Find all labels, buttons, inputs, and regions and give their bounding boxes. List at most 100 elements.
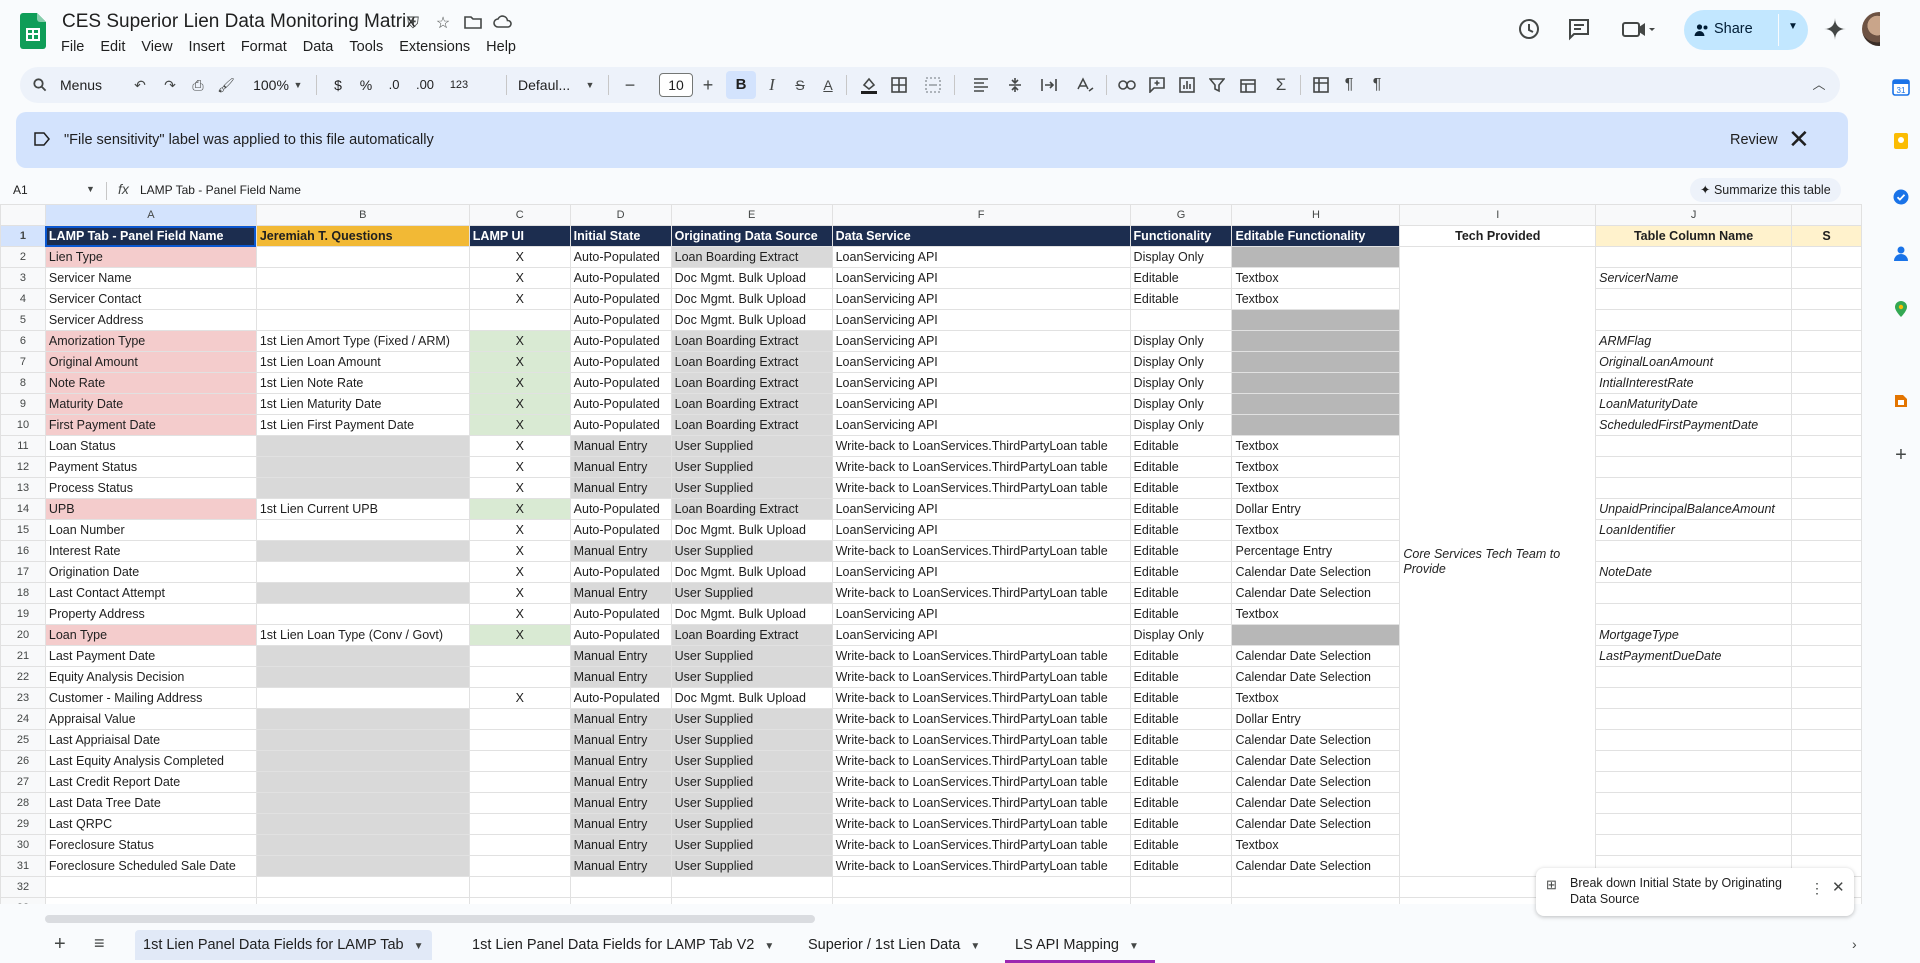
cell-e[interactable]: Loan Boarding Extract	[670, 351, 833, 373]
cell-a[interactable]	[44, 876, 257, 898]
cell-b[interactable]: 1st Lien Loan Type (Conv / Govt)	[255, 624, 470, 646]
cell-k[interactable]	[1791, 582, 1862, 604]
cell-e[interactable]: User Supplied	[670, 666, 833, 688]
chevron-down-icon[interactable]: ▼	[970, 941, 980, 952]
cell-f[interactable]: Write-back to LoanServices.ThirdPartyLoa…	[831, 771, 1131, 793]
cell-b[interactable]	[255, 750, 470, 772]
cell-e[interactable]: Doc Mgmt. Bulk Upload	[670, 309, 833, 331]
cell-c[interactable]: X	[468, 330, 571, 352]
cell-k[interactable]	[1791, 372, 1862, 394]
tech-provided-merged-cell[interactable]: Core Services Tech Team to Provide	[1399, 246, 1597, 877]
cloud-status-icon[interactable]	[493, 14, 513, 34]
header-cell-a[interactable]: LAMP Tab - Panel Field Name	[44, 225, 257, 247]
cell-k[interactable]	[1791, 771, 1862, 793]
menu-edit[interactable]: Edit	[92, 36, 133, 58]
cell-e[interactable]: Loan Boarding Extract	[670, 498, 833, 520]
cell-b[interactable]	[255, 309, 470, 331]
column-header-f[interactable]: F	[831, 204, 1131, 226]
cell-j[interactable]	[1595, 729, 1793, 751]
menu-file[interactable]: File	[53, 36, 92, 58]
cell-f[interactable]	[831, 897, 1131, 904]
cell-b[interactable]	[255, 855, 470, 877]
cell-e[interactable]: Doc Mgmt. Bulk Upload	[670, 519, 833, 541]
cell-g[interactable]: Display Only	[1129, 330, 1233, 352]
cell-a[interactable]: Lien Type	[44, 246, 257, 268]
cell-a[interactable]: Origination Date	[44, 561, 257, 583]
cell-a[interactable]	[44, 897, 257, 904]
share-button[interactable]: Share ▼	[1684, 10, 1808, 50]
row-number[interactable]: 25	[0, 729, 46, 751]
cell-j[interactable]: LastPaymentDueDate	[1595, 645, 1793, 667]
column-header-e[interactable]: E	[670, 204, 833, 226]
cell-g[interactable]: Editable	[1129, 834, 1233, 856]
cell-h[interactable]: Percentage Entry	[1231, 540, 1401, 562]
cell-j[interactable]	[1595, 708, 1793, 730]
header-cell-f[interactable]: Data Service	[831, 225, 1131, 247]
comments-icon[interactable]	[1566, 16, 1592, 42]
cell-d[interactable]: Auto-Populated	[569, 309, 672, 331]
cell-b[interactable]	[255, 246, 470, 268]
filter-views-icon[interactable]	[1234, 67, 1264, 103]
chevron-down-icon[interactable]: ▼	[414, 941, 424, 952]
more-options-icon[interactable]: ⋮	[1810, 880, 1824, 897]
cell-h[interactable]	[1231, 372, 1401, 394]
cell-b[interactable]	[255, 645, 470, 667]
cell-j[interactable]	[1595, 435, 1793, 457]
increase-decimal-button[interactable]: .00	[410, 67, 440, 103]
cell-f[interactable]: Write-back to LoanServices.ThirdPartyLoa…	[831, 582, 1131, 604]
row-number[interactable]: 9	[0, 393, 46, 415]
cell-c[interactable]: X	[468, 687, 571, 709]
cell-j[interactable]	[1595, 813, 1793, 835]
freeze-icon[interactable]	[1310, 67, 1332, 103]
cell-k[interactable]	[1791, 414, 1862, 436]
cell-d[interactable]: Auto-Populated	[569, 330, 672, 352]
menu-extensions[interactable]: Extensions	[391, 36, 478, 58]
cell-e[interactable]: User Supplied	[670, 813, 833, 835]
header-cell-e[interactable]: Originating Data Source	[670, 225, 833, 247]
row-number[interactable]: 2	[0, 246, 46, 268]
cell-f[interactable]: Write-back to LoanServices.ThirdPartyLoa…	[831, 645, 1131, 667]
cell-h[interactable]: Calendar Date Selection	[1231, 729, 1401, 751]
column-header-i[interactable]: I	[1399, 204, 1597, 226]
cell-g[interactable]: Editable	[1129, 582, 1233, 604]
row-number[interactable]: 13	[0, 477, 46, 499]
cell-a[interactable]: Last Contact Attempt	[44, 582, 257, 604]
cell-g[interactable]: Editable	[1129, 435, 1233, 457]
collapse-toolbar-icon[interactable]: ︿	[1808, 67, 1830, 103]
cell-d[interactable]: Manual Entry	[569, 855, 672, 877]
row-number[interactable]: 18	[0, 582, 46, 604]
text-direction-ltr-icon[interactable]: ¶	[1338, 67, 1360, 103]
row-number[interactable]: 30	[0, 834, 46, 856]
row-number[interactable]: 11	[0, 435, 46, 457]
shield-icon[interactable]: ⛨	[403, 14, 423, 34]
cell-b[interactable]	[255, 834, 470, 856]
cell-g[interactable]: Editable	[1129, 708, 1233, 730]
cell-k[interactable]	[1791, 288, 1862, 310]
cell-f[interactable]: LoanServicing API	[831, 351, 1131, 373]
row-number[interactable]: 32	[0, 876, 46, 898]
cell-g[interactable]: Editable	[1129, 477, 1233, 499]
cell-a[interactable]: Payment Status	[44, 456, 257, 478]
cell-d[interactable]: Auto-Populated	[569, 267, 672, 289]
cell-j[interactable]	[1595, 477, 1793, 499]
cell-e[interactable]: Loan Boarding Extract	[670, 393, 833, 415]
cell-e[interactable]: User Supplied	[670, 435, 833, 457]
cell-j[interactable]: OriginalLoanAmount	[1595, 351, 1793, 373]
cell-c[interactable]	[468, 750, 571, 772]
cell-a[interactable]: Servicer Address	[44, 309, 257, 331]
column-header-c[interactable]: C	[468, 204, 571, 226]
sheets-logo-icon[interactable]	[20, 13, 46, 49]
row-number[interactable]: 6	[0, 330, 46, 352]
cell-c[interactable]: X	[468, 435, 571, 457]
cell-k[interactable]	[1791, 813, 1862, 835]
menu-view[interactable]: View	[133, 36, 180, 58]
cell-g[interactable]: Display Only	[1129, 246, 1233, 268]
gemini-icon[interactable]	[1822, 16, 1848, 42]
row-number[interactable]: 31	[0, 855, 46, 877]
redo-icon[interactable]: ↷	[160, 67, 180, 103]
cell-h[interactable]	[1231, 309, 1401, 331]
add-sheet-icon[interactable]: +	[54, 933, 66, 956]
cell-j[interactable]	[1595, 246, 1793, 268]
cell-c[interactable]	[468, 876, 571, 898]
row-number[interactable]: 16	[0, 540, 46, 562]
